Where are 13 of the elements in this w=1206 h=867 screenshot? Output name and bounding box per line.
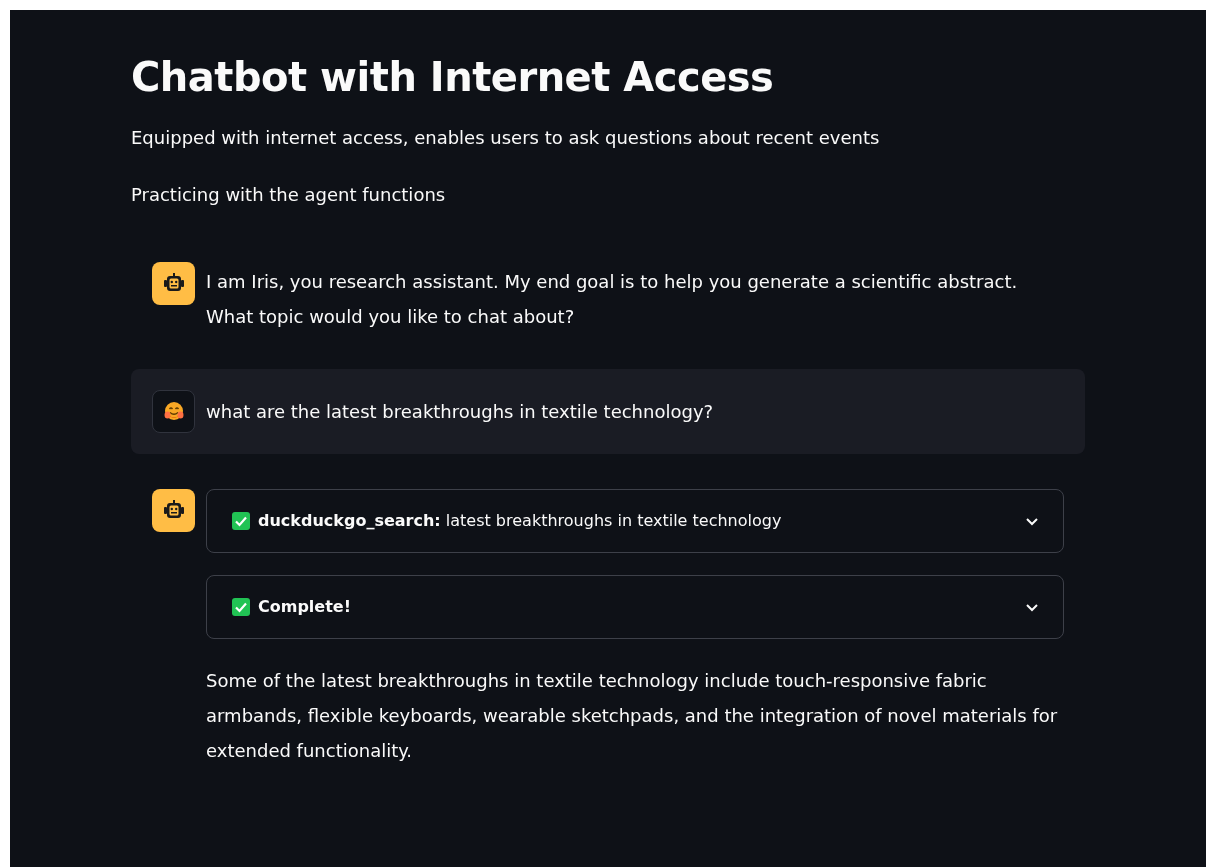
description-text: Equipped with internet access, enables users to ask questions about recent events <box>131 126 881 150</box>
message-text: what are the latest breakthroughs in textile technology? <box>206 399 715 424</box>
status-label: duckduckgo_search: latest breakthroughs in textile technology <box>258 511 783 531</box>
page-title: Chatbot with Internet Access <box>131 54 775 100</box>
status-expander[interactable]: duckduckgo_search: latest breakthroughs in textile technology <box>206 488 1064 553</box>
status-label: Complete! <box>258 597 352 617</box>
message-text: Some of the latest breakthroughs in textile technology include touch-responsive fabric armbands, flexible keyboards, wearable sketchpads, and the integration of novel materials for extended functionality. <box>206 668 1059 763</box>
robot-avatar-icon <box>152 488 195 532</box>
message-text: I am Iris, you research assistant. My end goal is to help you generate a scientific abstract. What topic would you like to chat about? <box>206 269 1019 329</box>
smiling-face-avatar-icon <box>152 389 195 433</box>
description-text: Practicing with the agent functions <box>131 183 447 207</box>
status-expander[interactable]: Complete! <box>206 574 1064 639</box>
robot-avatar-icon <box>152 261 195 305</box>
